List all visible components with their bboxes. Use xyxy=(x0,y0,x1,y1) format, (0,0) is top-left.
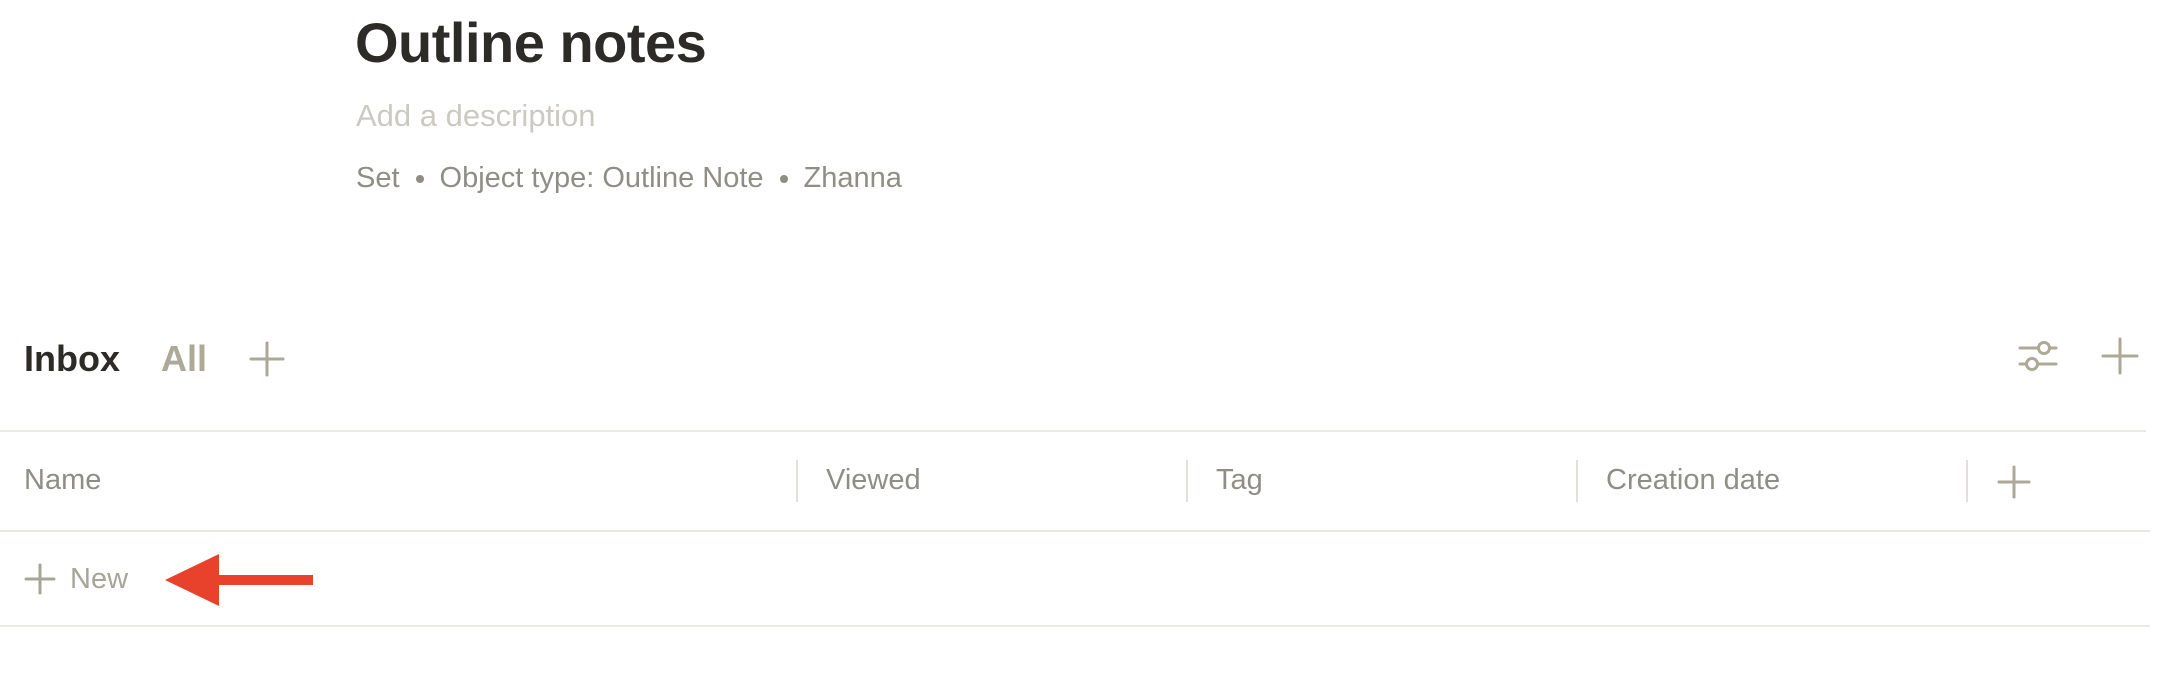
table-header: Name Viewed Tag Creation date xyxy=(0,430,2146,530)
new-record-label: New xyxy=(70,562,129,595)
meta-creator[interactable]: Zhanna xyxy=(804,162,902,195)
table-header-divider xyxy=(0,530,2150,532)
column-header-name[interactable]: Name xyxy=(24,430,101,530)
red-arrow-annotation-icon xyxy=(165,554,313,606)
object-meta: Set Object type: Outline Note Zhanna xyxy=(356,162,902,195)
view-tabs: Inbox All xyxy=(24,332,285,386)
set-page: Outline notes Add a description Set Obje… xyxy=(0,0,2164,684)
add-object-plus-icon[interactable] xyxy=(2100,336,2140,376)
column-resize-handle[interactable] xyxy=(796,460,798,502)
description-field[interactable]: Add a description xyxy=(356,98,596,134)
meta-object-type[interactable]: Object type: Outline Note xyxy=(440,162,764,195)
meta-layout: Set xyxy=(356,162,400,194)
column-resize-handle[interactable] xyxy=(1966,460,1968,502)
column-header-creation-date[interactable]: Creation date xyxy=(1606,430,1780,530)
add-view-plus-icon[interactable] xyxy=(249,341,285,377)
column-header-viewed[interactable]: Viewed xyxy=(826,430,921,530)
table-bottom-divider xyxy=(0,625,2150,627)
new-record-button[interactable]: New xyxy=(24,550,128,608)
separator-dot xyxy=(779,174,788,183)
page-title[interactable]: Outline notes xyxy=(355,10,707,75)
separator-dot xyxy=(415,174,424,183)
column-header-tag[interactable]: Tag xyxy=(1216,430,1263,530)
add-column-plus-icon[interactable] xyxy=(1996,464,2032,500)
settings-sliders-icon[interactable] xyxy=(2018,336,2058,376)
column-resize-handle[interactable] xyxy=(1186,460,1188,502)
tab-all[interactable]: All xyxy=(161,338,207,380)
column-resize-handle[interactable] xyxy=(1576,460,1578,502)
view-toolbar xyxy=(2018,336,2140,376)
plus-icon xyxy=(24,563,56,595)
tab-inbox[interactable]: Inbox xyxy=(24,338,120,380)
